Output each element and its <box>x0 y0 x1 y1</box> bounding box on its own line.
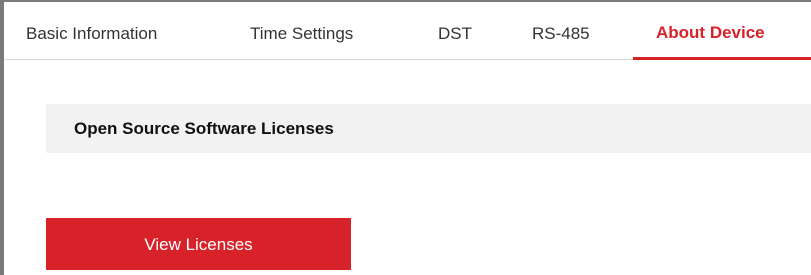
section-title-open-source-licenses: Open Source Software Licenses <box>46 104 811 153</box>
tab-time-settings[interactable]: Time Settings <box>250 2 390 60</box>
tab-rs-485[interactable]: RS-485 <box>532 2 602 60</box>
tab-about-device[interactable]: About Device <box>656 2 796 60</box>
tab-basic-information[interactable]: Basic Information <box>26 2 194 60</box>
view-licenses-button[interactable]: View Licenses <box>46 218 351 270</box>
tab-bar: Basic Information Time Settings DST RS-4… <box>4 2 811 60</box>
settings-panel: Basic Information Time Settings DST RS-4… <box>0 0 811 275</box>
active-tab-indicator <box>633 57 811 60</box>
tab-dst[interactable]: DST <box>438 2 488 60</box>
